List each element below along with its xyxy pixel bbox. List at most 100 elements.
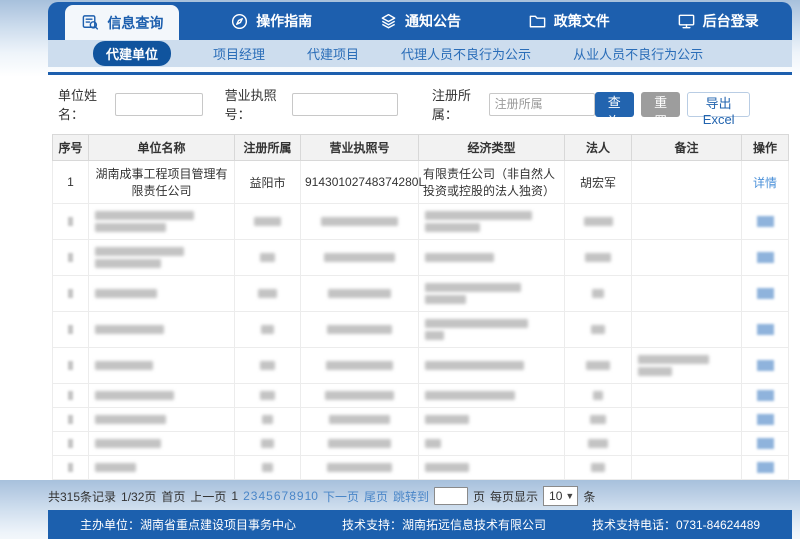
cell-remark-redacted: [632, 432, 742, 456]
cell-remark-redacted: [632, 456, 742, 480]
compass-icon: [230, 12, 249, 31]
cell-action-redacted: [742, 204, 789, 240]
cell-econ-redacted: [419, 240, 565, 276]
total-records: 共315条记录: [48, 488, 116, 505]
tab-label: 操作指南: [256, 11, 312, 31]
last-page-link[interactable]: 尾页: [364, 488, 388, 505]
cell-remark-redacted: [632, 240, 742, 276]
cell-econ-redacted: [419, 204, 565, 240]
tab-label: 政策文件: [554, 11, 610, 31]
main-page: 信息查询 操作指南 通知公告: [48, 2, 792, 539]
cell-action-redacted: [742, 432, 789, 456]
cell-seq-redacted: [53, 348, 89, 384]
cell-econ-redacted: [419, 456, 565, 480]
cell-license-redacted: [301, 432, 419, 456]
cell-region-redacted: [235, 312, 301, 348]
next-page-link[interactable]: 下一页: [323, 488, 359, 505]
detail-link[interactable]: 详情: [753, 176, 777, 190]
per-page-select[interactable]: 10 ▼: [543, 486, 578, 506]
license-no-input[interactable]: [292, 93, 398, 116]
cell-action-redacted: [742, 456, 789, 480]
cell-name-redacted: [89, 348, 235, 384]
cell-license: 91430102748374280L: [301, 161, 419, 204]
footer-phone: 技术支持电话：0731-84624489: [592, 516, 760, 533]
sub-navbar: 代建单位 项目经理 代建项目 代理人员不良行为公示 从业人员不良行为公示: [48, 40, 792, 67]
tab-operation-guide[interactable]: 操作指南: [197, 2, 346, 40]
subnav-item-agency-unit[interactable]: 代建单位: [93, 41, 171, 66]
subnav-item-agent-misconduct[interactable]: 代理人员不良行为公示: [401, 44, 531, 63]
cell-econ-redacted: [419, 408, 565, 432]
col-header-remark: 备注: [632, 135, 742, 161]
layers-icon: [379, 12, 398, 31]
tab-admin-login[interactable]: 后台登录: [643, 2, 792, 40]
cell-name-redacted: [89, 432, 235, 456]
cell-action-redacted: [742, 384, 789, 408]
subnav-item-agency-project[interactable]: 代建项目: [307, 44, 359, 63]
cell-legal-redacted: [565, 432, 632, 456]
table-row: [53, 312, 789, 348]
col-header-region: 注册所属: [235, 135, 301, 161]
cell-seq-redacted: [53, 408, 89, 432]
col-header-name: 单位名称: [89, 135, 235, 161]
cell-name-redacted: [89, 384, 235, 408]
cell-legal-redacted: [565, 204, 632, 240]
subnav-item-project-manager[interactable]: 项目经理: [213, 44, 265, 63]
page-number-link[interactable]: 6: [274, 489, 281, 503]
search-form: 单位姓名： 营业执照号： 注册所属： 查询 重置 导出Excel: [48, 75, 792, 132]
tab-notices[interactable]: 通知公告: [346, 2, 495, 40]
cell-remark-redacted: [632, 408, 742, 432]
cell-remark-redacted: [632, 204, 742, 240]
tab-info-query[interactable]: 信息查询: [48, 2, 197, 40]
footer-support: 技术支持：湖南拓远信息技术有限公司: [342, 516, 546, 533]
cell-name-redacted: [89, 312, 235, 348]
folder-icon: [528, 12, 547, 31]
cell-action-redacted: [742, 348, 789, 384]
cell-license-redacted: [301, 276, 419, 312]
cell-region-redacted: [235, 276, 301, 312]
query-button[interactable]: 查询: [595, 92, 634, 117]
cell-legal-redacted: [565, 276, 632, 312]
page-number-link[interactable]: 3: [251, 489, 258, 503]
table-row: [53, 384, 789, 408]
table-row: 1湖南成事工程项目管理有限责任公司益阳市91430102748374280L有限…: [53, 161, 789, 204]
col-header-econ: 经济类型: [419, 135, 565, 161]
cell-legal-redacted: [565, 456, 632, 480]
page-number-link[interactable]: 10: [305, 489, 318, 503]
tab-policy-files[interactable]: 政策文件: [494, 2, 643, 40]
cell-region-redacted: [235, 408, 301, 432]
cell-legal-redacted: [565, 384, 632, 408]
page-number-link[interactable]: 5: [266, 489, 273, 503]
cell-legal-redacted: [565, 240, 632, 276]
region-input[interactable]: [489, 93, 595, 116]
cell-name-redacted: [89, 456, 235, 480]
cell-action: 详情: [742, 161, 789, 204]
prev-page-link[interactable]: 上一页: [190, 488, 226, 505]
cell-seq-redacted: [53, 276, 89, 312]
page-number-link[interactable]: 7: [282, 489, 289, 503]
cell-remark-redacted: [632, 276, 742, 312]
cell-license-redacted: [301, 384, 419, 408]
cell-econ: 有限责任公司（非自然人投资或控股的法人独资）: [419, 161, 565, 204]
col-header-seq: 序号: [53, 135, 89, 161]
page-number-link[interactable]: 4: [258, 489, 265, 503]
page-number-link[interactable]: 9: [297, 489, 304, 503]
page-number-link[interactable]: 8: [289, 489, 296, 503]
export-excel-button[interactable]: 导出Excel: [687, 92, 750, 117]
reset-button[interactable]: 重置: [641, 92, 680, 117]
cell-license-redacted: [301, 240, 419, 276]
unit-name-input[interactable]: [115, 93, 203, 116]
monitor-icon: [677, 12, 696, 31]
unit-name-label: 单位姓名：: [58, 85, 111, 123]
first-page-link[interactable]: 首页: [161, 488, 185, 505]
table-row: [53, 348, 789, 384]
page-number-link[interactable]: 2: [243, 489, 250, 503]
pagination-bar: 共315条记录 1/32页 首页 上一页 1 2345678910 下一页 尾页…: [48, 486, 792, 506]
cell-name-redacted: [89, 240, 235, 276]
jump-page-input[interactable]: [434, 487, 468, 505]
table-row: [53, 240, 789, 276]
subnav-item-practitioner-misconduct[interactable]: 从业人员不良行为公示: [573, 44, 703, 63]
cell-legal-redacted: [565, 312, 632, 348]
jump-to-link[interactable]: 跳转到: [393, 488, 429, 505]
col-header-license: 营业执照号: [301, 135, 419, 161]
cell-remark-redacted: [632, 384, 742, 408]
